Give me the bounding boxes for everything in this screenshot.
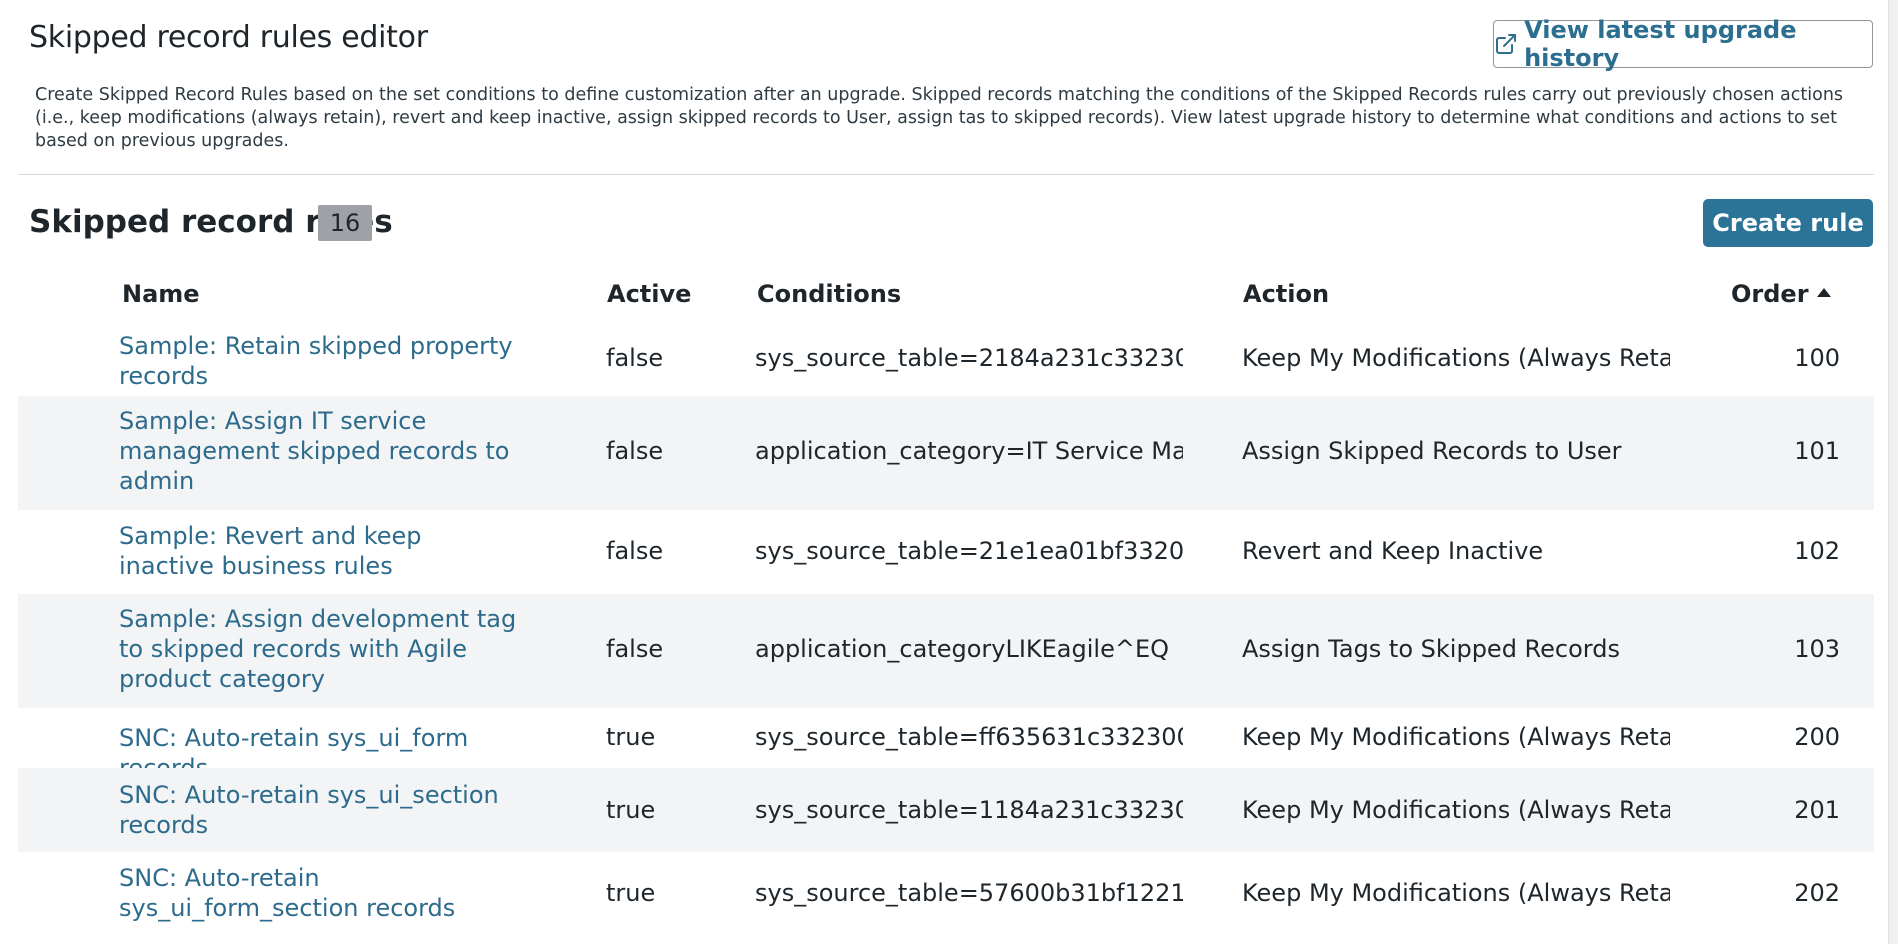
view-upgrade-history-button[interactable]: View latest upgrade history xyxy=(1493,16,1873,72)
divider xyxy=(18,174,1874,175)
create-rule-button[interactable]: Create rule xyxy=(1703,199,1873,247)
rule-active: false xyxy=(606,635,664,663)
rules-count-badge: 16 xyxy=(318,205,372,241)
rule-action: Keep My Modifications (Always Retain) xyxy=(1242,879,1670,907)
external-link-icon xyxy=(1496,33,1517,55)
rule-name-link[interactable]: Sample: Revert and keep inactive busines… xyxy=(119,521,519,581)
rules-header: Skipped record rules 16 Create rule xyxy=(0,196,1898,250)
rule-active: false xyxy=(606,537,664,565)
rule-conditions: application_categoryLIKEagile^EQ xyxy=(755,635,1170,663)
page-title: Skipped record rules editor xyxy=(29,20,428,55)
rule-action: Keep My Modifications (Always Retain) xyxy=(1242,796,1670,824)
rule-active: false xyxy=(606,437,664,465)
rule-active: true xyxy=(606,723,656,751)
page-scrollbar[interactable] xyxy=(1888,0,1898,944)
rule-order: 103 xyxy=(1794,635,1840,663)
table-row: SNC: Auto-retain sys_ui_form_section rec… xyxy=(18,852,1874,936)
column-header-action[interactable]: Action xyxy=(1243,280,1329,308)
rule-active: true xyxy=(606,796,656,824)
sort-ascending-icon xyxy=(1816,287,1831,297)
page-header: Skipped record rules editor View latest … xyxy=(0,0,1898,176)
rule-conditions: sys_source_table=21e1ea01bf332000 xyxy=(755,537,1183,565)
rule-action: Keep My Modifications (Always Retain) xyxy=(1242,344,1670,372)
rule-active: false xyxy=(606,344,664,372)
page-description: Create Skipped Record Rules based on the… xyxy=(35,85,1844,151)
table-header: Name Active Conditions Action Order xyxy=(18,270,1874,322)
rule-order: 100 xyxy=(1794,344,1840,372)
rule-conditions: sys_source_table=1184a231c3323000 xyxy=(755,796,1183,824)
rule-action: Keep My Modifications (Always Retain) xyxy=(1242,723,1670,751)
rule-conditions: sys_source_table=ff635631c3323000 xyxy=(755,723,1183,751)
table-row: Sample: Assign IT service management ski… xyxy=(18,396,1874,510)
rule-conditions: sys_source_table=2184a231c3323000 xyxy=(755,344,1183,372)
column-header-name[interactable]: Name xyxy=(122,280,200,308)
table-row: Sample: Assign development tag to skippe… xyxy=(18,594,1874,708)
rule-order: 200 xyxy=(1794,723,1840,751)
rule-order: 201 xyxy=(1794,796,1840,824)
rule-conditions: application_category=IT Service Manageme… xyxy=(755,437,1183,465)
rule-name-link[interactable]: SNC: Auto-retain sys_ui_form_section rec… xyxy=(119,863,519,923)
column-header-order-label: Order xyxy=(1731,280,1809,308)
rule-name-link[interactable]: Sample: Assign IT service management ski… xyxy=(119,406,519,496)
rule-action: Revert and Keep Inactive xyxy=(1242,537,1544,565)
rule-order: 202 xyxy=(1794,879,1840,907)
view-upgrade-history-label: View latest upgrade history xyxy=(1524,16,1797,72)
rule-action: Assign Skipped Records to User xyxy=(1242,437,1622,465)
table-row: Sample: Revert and keep inactive busines… xyxy=(18,510,1874,594)
rule-order: 101 xyxy=(1794,437,1840,465)
column-header-conditions[interactable]: Conditions xyxy=(757,280,901,308)
column-header-active[interactable]: Active xyxy=(607,280,691,308)
table-row: Sample: Retain skipped property records … xyxy=(18,322,1874,396)
rule-name-link[interactable]: SNC: Auto-retain sys_ui_section records xyxy=(119,780,519,840)
rule-name-link[interactable]: Sample: Retain skipped property records xyxy=(119,331,519,391)
rules-table: Name Active Conditions Action Order Samp… xyxy=(18,270,1874,936)
table-row: SNC: Auto-retain sys_ui_section records … xyxy=(18,768,1874,852)
rule-conditions: sys_source_table=57600b31bf122100 xyxy=(755,879,1183,907)
table-row: SNC: Auto-retain sys_ui_form records tru… xyxy=(18,708,1874,782)
column-header-order[interactable]: Order xyxy=(1731,280,1831,308)
rule-name-link[interactable]: Sample: Assign development tag to skippe… xyxy=(119,604,519,694)
rule-action: Assign Tags to Skipped Records xyxy=(1242,635,1620,663)
rule-active: true xyxy=(606,879,656,907)
rule-order: 102 xyxy=(1794,537,1840,565)
